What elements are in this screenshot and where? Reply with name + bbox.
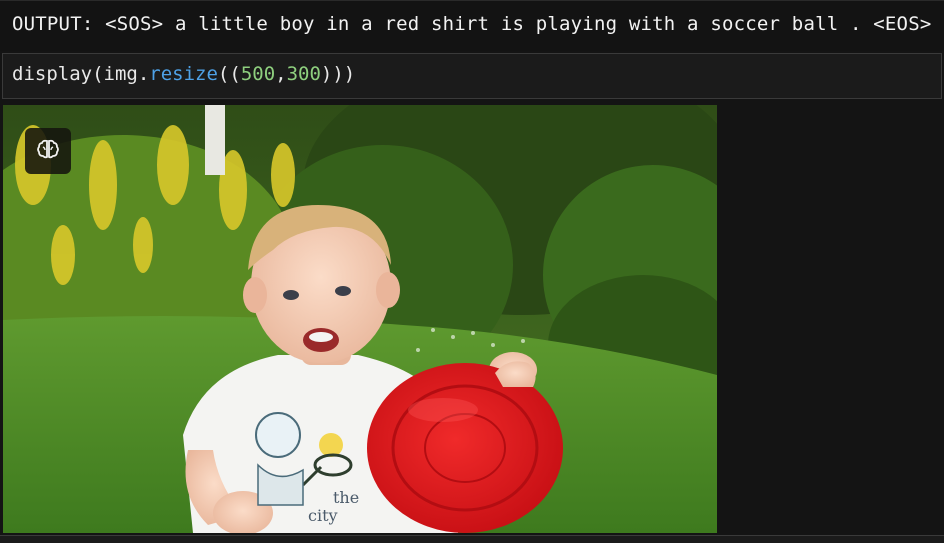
code-arg-width: 500	[240, 63, 276, 85]
brain-icon	[37, 139, 59, 163]
code-prefix: display(img.	[12, 63, 150, 85]
cell-output: OUTPUT: <SOS> a little boy in a red shir…	[0, 0, 944, 51]
frisbee	[367, 363, 563, 533]
shirt-word-city: city	[308, 506, 338, 525]
code-cell[interactable]: display(img.resize((500,300)))	[2, 53, 942, 99]
code-comma: ,	[275, 63, 287, 85]
code-close-paren: )))	[320, 63, 356, 85]
code-function: resize	[149, 63, 218, 85]
output-text: OUTPUT: <SOS> a little boy in a red shir…	[12, 13, 932, 35]
code-open-paren: ((	[217, 63, 241, 85]
code-arg-height: 300	[286, 63, 321, 85]
output-image: the city	[3, 105, 717, 533]
brain-overlay-button[interactable]	[25, 128, 71, 174]
shirt-word-the: the	[333, 488, 359, 507]
code-line[interactable]: display(img.resize((500,300)))	[12, 63, 355, 85]
photo-boy-frisbee: the city	[3, 105, 717, 533]
